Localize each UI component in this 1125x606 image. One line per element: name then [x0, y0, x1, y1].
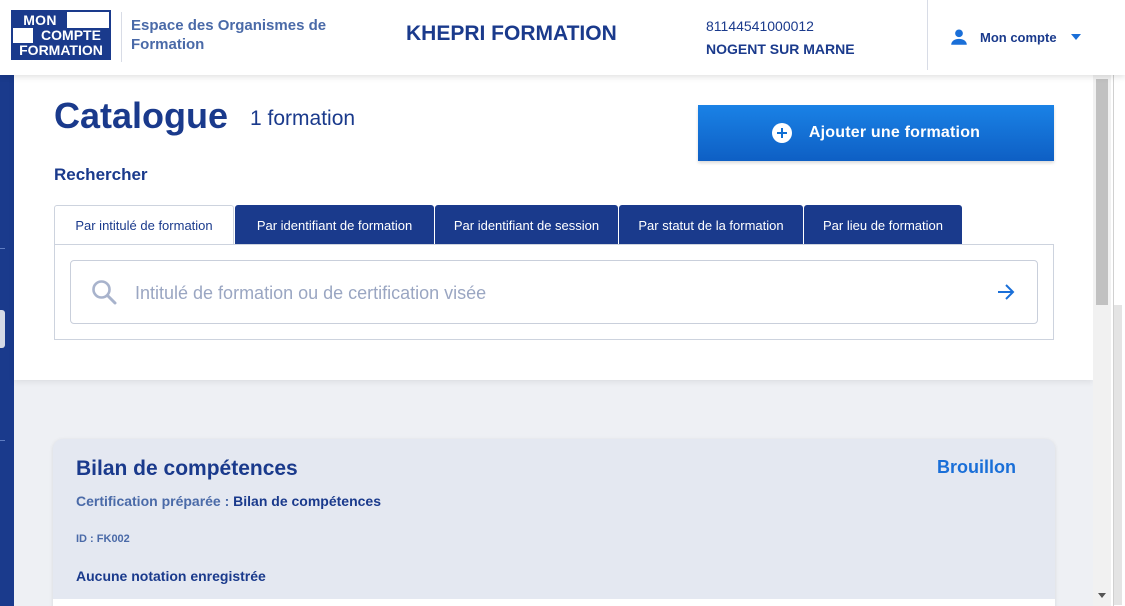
page-title: Catalogue	[54, 95, 229, 136]
organization-name: KHEPRI FORMATION	[406, 22, 617, 45]
account-menu-button[interactable]: Mon compte	[948, 26, 1081, 48]
tab-by-formation-id[interactable]: Par identifiant de formation	[235, 205, 434, 245]
formation-card[interactable]: Bilan de compétences Brouillon Certifica…	[53, 439, 1055, 606]
plus-circle-icon	[771, 123, 792, 143]
nav-separator	[0, 248, 5, 249]
search-input[interactable]	[135, 273, 975, 313]
status-badge: Brouillon	[937, 457, 1016, 477]
tab-by-title[interactable]: Par intitulé de formation	[54, 205, 234, 245]
account-label: Mon compte	[980, 29, 1057, 45]
mon-compte-formation-logo[interactable]: MON COMPTE FORMATION	[11, 10, 111, 60]
outer-scrollbar-thumb[interactable]	[1114, 305, 1122, 605]
header-divider-2	[927, 0, 928, 70]
formation-count: 1 formation	[250, 107, 356, 130]
header-divider	[121, 12, 122, 62]
tab-by-status[interactable]: Par statut de la formation	[619, 205, 803, 245]
nav-separator	[0, 440, 5, 441]
scroll-down-icon[interactable]	[1098, 593, 1106, 598]
add-formation-button[interactable]: Ajouter une formation	[698, 105, 1054, 161]
search-field[interactable]	[70, 260, 1038, 324]
search-heading: Rechercher	[54, 165, 148, 184]
formation-title[interactable]: Bilan de compétences	[76, 457, 298, 481]
search-panel	[54, 244, 1054, 340]
formation-id: ID : FK002	[76, 533, 130, 545]
space-title: Espace des Organismes de Formation	[131, 17, 327, 53]
logo-line-2: COMPTE	[33, 28, 109, 43]
logo-line-1: MON	[13, 12, 67, 28]
side-nav-handle[interactable]	[0, 310, 5, 348]
catalogue-panel: Catalogue 1 formation Ajouter une format…	[14, 75, 1093, 380]
certification-label: Certification préparée :	[76, 493, 230, 509]
organization-siret: 81144541000012	[706, 18, 814, 34]
scrollbar-thumb[interactable]	[1096, 79, 1108, 305]
arrow-right-icon[interactable]	[995, 281, 1017, 303]
certification-line: Certification préparée : Bilan de compét…	[76, 493, 381, 509]
organization-city: NOGENT SUR MARNE	[706, 41, 855, 57]
outer-scrollbar[interactable]	[1111, 75, 1125, 606]
card-body	[53, 599, 1055, 606]
user-icon	[951, 29, 967, 45]
rating-status: Aucune notation enregistrée	[76, 568, 266, 584]
add-formation-label: Ajouter une formation	[808, 124, 981, 141]
tab-by-location[interactable]: Par lieu de formation	[804, 205, 962, 245]
search-tabs: Par intitulé de formation Par identifian…	[54, 205, 963, 245]
search-icon	[92, 280, 117, 305]
app-header: MON COMPTE FORMATION Espace des Organism…	[0, 0, 1125, 75]
tab-by-session-id[interactable]: Par identifiant de session	[435, 205, 618, 245]
side-nav-strip	[0, 75, 14, 606]
logo-line-3: FORMATION	[13, 43, 109, 58]
page-scrollbar[interactable]	[1093, 75, 1111, 606]
caret-down-icon	[1070, 34, 1081, 40]
certification-value: Bilan de compétences	[233, 493, 381, 509]
